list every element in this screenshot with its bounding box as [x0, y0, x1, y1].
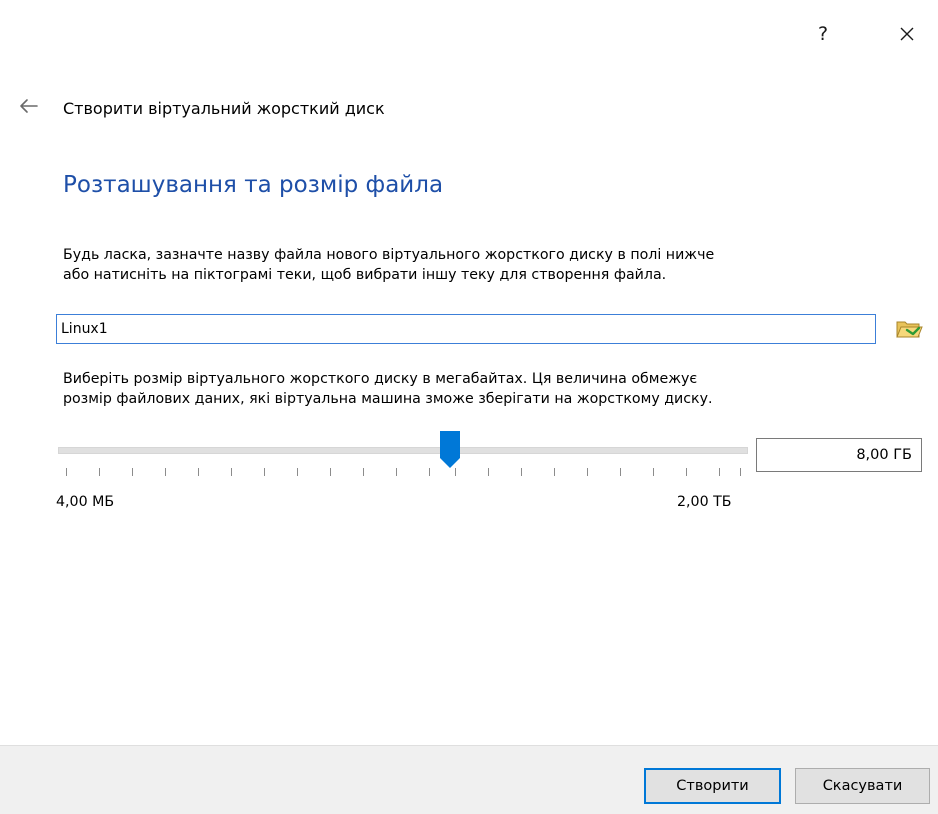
page-heading: Розташування та розмір файла — [63, 172, 444, 198]
file-size-description-line2: розмір файлових даних, які віртуальна ма… — [63, 391, 713, 407]
file-size-description: Виберіть розмір віртуального жорсткого д… — [63, 369, 713, 409]
create-button[interactable]: Створити — [644, 768, 781, 804]
slider-groove — [58, 447, 748, 454]
file-location-description-line1: Будь ласка, зазначте назву файла нового … — [63, 247, 715, 263]
slider-max-label: 2,00 ТБ — [677, 494, 732, 510]
back-button[interactable] — [18, 96, 42, 116]
disk-size-field[interactable]: 8,00 ГБ — [756, 438, 922, 472]
choose-folder-button[interactable] — [893, 313, 925, 343]
slider-handle[interactable] — [439, 430, 461, 470]
back-arrow-icon — [20, 99, 38, 113]
help-button[interactable]: ? — [811, 20, 835, 48]
file-name-input[interactable] — [56, 314, 876, 344]
file-location-description-line2: або натисніть на піктограмі теки, щоб ви… — [63, 267, 667, 283]
dialog-footer: Створити Скасувати — [0, 745, 938, 814]
slider-min-label: 4,00 МБ — [56, 494, 115, 510]
close-button[interactable] — [893, 20, 921, 48]
create-virtual-disk-dialog: ? Створити віртуальний жорсткий диск Роз… — [0, 0, 938, 814]
close-icon — [900, 27, 914, 41]
file-size-description-line1: Виберіть розмір віртуального жорсткого д… — [63, 371, 698, 387]
slider-ticks — [58, 468, 748, 480]
folder-icon — [896, 321, 923, 338]
disk-size-slider[interactable] — [58, 430, 748, 490]
cancel-button[interactable]: Скасувати — [795, 768, 930, 804]
wizard-title: Створити віртуальний жорсткий диск — [63, 99, 385, 118]
file-location-description: Будь ласка, зазначте назву файла нового … — [63, 245, 714, 285]
